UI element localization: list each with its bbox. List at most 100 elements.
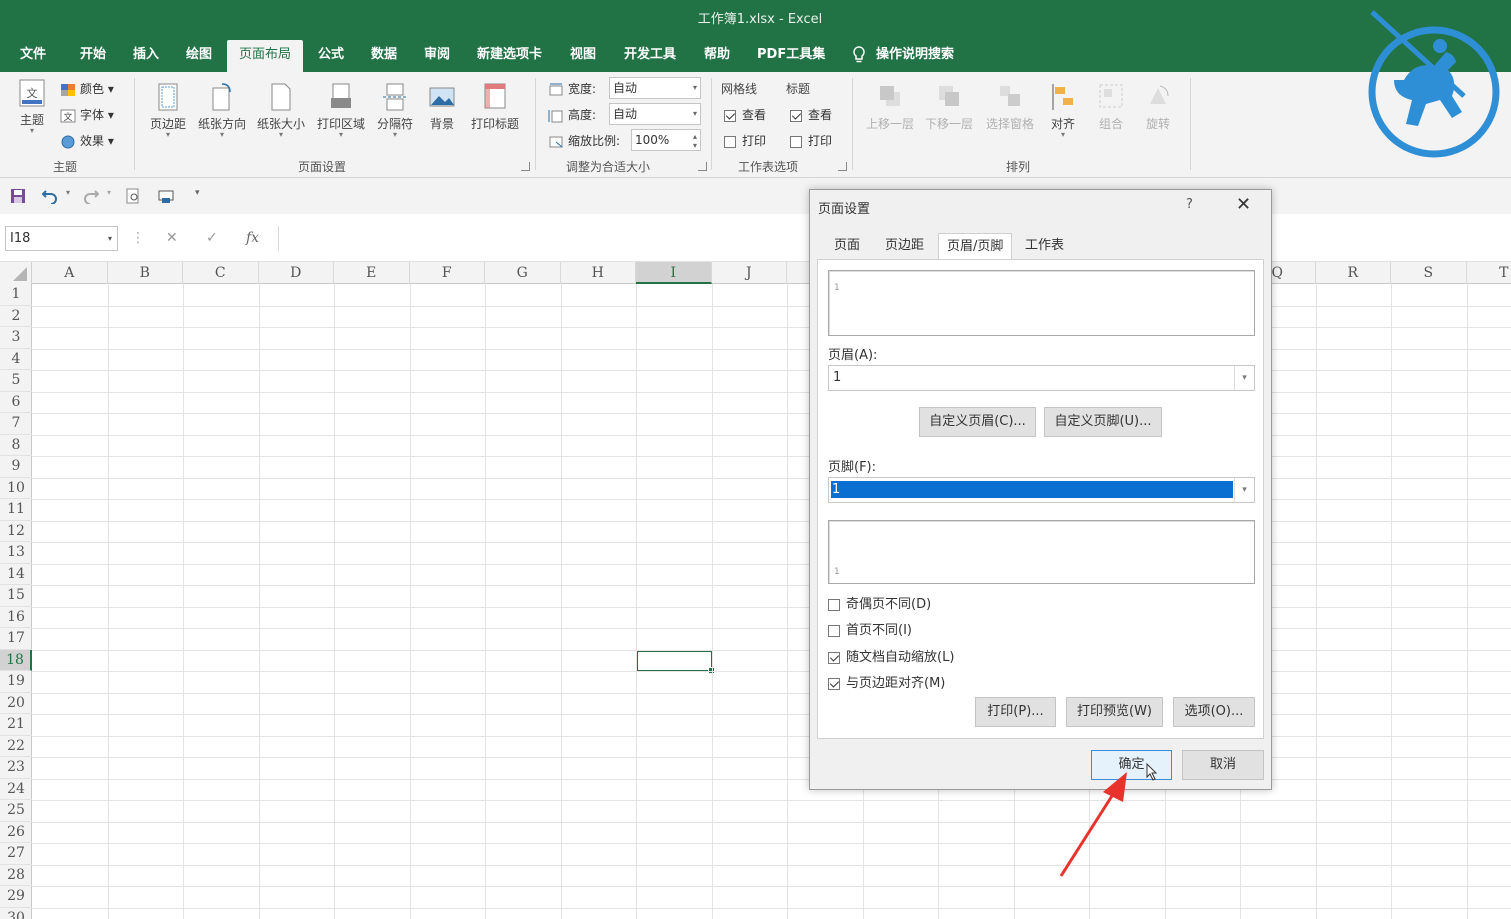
column-header-g[interactable]: G xyxy=(485,262,561,284)
align-margins-checkbox[interactable]: 与页边距对齐(M) xyxy=(828,672,945,691)
print-button[interactable]: 打印(P)... xyxy=(975,697,1056,727)
align-button[interactable]: 对齐 ▾ xyxy=(1046,82,1080,139)
save-icon[interactable] xyxy=(10,188,26,204)
effects-button[interactable]: 效果 ▾ xyxy=(60,132,114,149)
margins-button[interactable]: 页边距 ▾ xyxy=(145,82,191,139)
page-setup-launcher-icon[interactable] xyxy=(521,162,530,171)
column-header-h[interactable]: H xyxy=(561,262,636,284)
row-header-14[interactable]: 14 xyxy=(0,564,32,585)
undo-dropdown-icon[interactable]: ▾ xyxy=(66,188,70,197)
row-header-5[interactable]: 5 xyxy=(0,370,32,392)
row-header-11[interactable]: 11 xyxy=(0,499,32,521)
height-combo[interactable]: 自动 ▾ xyxy=(609,103,701,125)
row-header-24[interactable]: 24 xyxy=(0,779,32,800)
headings-print-checkbox[interactable]: 打印 xyxy=(790,132,832,149)
column-header-r[interactable]: R xyxy=(1316,262,1391,284)
row-header-19[interactable]: 19 xyxy=(0,671,32,693)
quick-print-icon[interactable] xyxy=(158,188,174,204)
print-preview-button[interactable]: 打印预览(W) xyxy=(1066,697,1163,727)
row-header-22[interactable]: 22 xyxy=(0,736,32,757)
tab-help[interactable]: 帮助 xyxy=(692,40,742,72)
select-all-button[interactable] xyxy=(0,262,32,284)
close-icon[interactable]: ✕ xyxy=(1236,194,1251,215)
sheet-options-launcher-icon[interactable] xyxy=(838,162,847,171)
selection-pane-button[interactable]: 选择窗格 xyxy=(981,82,1039,132)
row-header-12[interactable]: 12 xyxy=(0,521,32,542)
tab-formulas[interactable]: 公式 xyxy=(306,40,356,72)
colors-button[interactable]: 颜色 ▾ xyxy=(60,80,114,97)
header-select[interactable]: 1 ▾ xyxy=(828,365,1255,391)
tab-page-layout[interactable]: 页面布局 xyxy=(227,40,304,72)
breaks-button[interactable]: 分隔符 ▾ xyxy=(373,82,417,139)
rotate-button[interactable]: 旋转 xyxy=(1141,82,1175,132)
insert-function-icon[interactable]: fx xyxy=(246,230,259,246)
options-button[interactable]: 选项(O)... xyxy=(1173,697,1255,727)
row-header-23[interactable]: 23 xyxy=(0,757,32,779)
row-header-6[interactable]: 6 xyxy=(0,392,32,413)
name-box[interactable]: I18 ▾ xyxy=(5,226,118,251)
redo-dropdown-icon[interactable]: ▾ xyxy=(107,188,111,197)
help-icon[interactable]: ? xyxy=(1186,197,1193,212)
row-header-17[interactable]: 17 xyxy=(0,628,32,650)
row-header-2[interactable]: 2 xyxy=(0,306,32,327)
tab-review[interactable]: 审阅 xyxy=(412,40,462,72)
tab-margins[interactable]: 页边距 xyxy=(877,233,932,260)
first-page-checkbox[interactable]: 首页不同(I) xyxy=(828,619,912,638)
tab-pdf-tools[interactable]: PDF工具集 xyxy=(745,40,837,72)
worksheet-grid[interactable]: ABCDEFGHIJKLMNOPQRST 1234567891011121314… xyxy=(0,262,1511,919)
scale-with-document-checkbox[interactable]: 随文档自动缩放(L) xyxy=(828,646,954,665)
column-header-j[interactable]: J xyxy=(712,262,787,284)
tab-sheet[interactable]: 工作表 xyxy=(1017,233,1072,260)
tab-data[interactable]: 数据 xyxy=(359,40,409,72)
column-header-c[interactable]: C xyxy=(183,262,259,284)
column-header-b[interactable]: B xyxy=(108,262,183,284)
row-header-10[interactable]: 10 xyxy=(0,478,32,499)
redo-icon[interactable] xyxy=(83,188,99,204)
headings-view-checkbox[interactable]: 查看 xyxy=(790,106,832,123)
size-button[interactable]: 纸张大小 ▾ xyxy=(253,82,309,139)
scale-spinner[interactable]: 100% ▴ ▾ xyxy=(631,129,701,151)
custom-footer-button[interactable]: 自定义页脚(U)... xyxy=(1044,407,1162,437)
scale-launcher-icon[interactable] xyxy=(698,162,707,171)
column-header-d[interactable]: D xyxy=(259,262,334,284)
print-titles-button[interactable]: 打印标题 xyxy=(466,82,524,132)
row-header-25[interactable]: 25 xyxy=(0,800,32,822)
column-header-a[interactable]: A xyxy=(32,262,108,284)
row-header-4[interactable]: 4 xyxy=(0,349,32,370)
column-header-i[interactable]: I xyxy=(636,262,712,284)
themes-button[interactable]: 文 主题 ▾ xyxy=(12,78,52,135)
odd-even-checkbox[interactable]: 奇偶页不同(D) xyxy=(828,593,931,612)
gridlines-view-checkbox[interactable]: 查看 xyxy=(724,106,766,123)
tab-insert[interactable]: 插入 xyxy=(121,40,171,72)
row-header-27[interactable]: 27 xyxy=(0,843,32,865)
row-header-20[interactable]: 20 xyxy=(0,693,32,714)
cancel-button[interactable]: 取消 xyxy=(1182,750,1264,780)
tab-file[interactable]: 文件 xyxy=(8,40,58,72)
tab-developer[interactable]: 开发工具 xyxy=(612,40,688,72)
row-header-26[interactable]: 26 xyxy=(0,822,32,843)
cancel-icon[interactable]: ✕ xyxy=(166,230,178,246)
row-header-7[interactable]: 7 xyxy=(0,413,32,435)
tab-view[interactable]: 视图 xyxy=(558,40,608,72)
column-header-s[interactable]: S xyxy=(1391,262,1467,284)
print-area-button[interactable]: 打印区域 ▾ xyxy=(313,82,369,139)
row-header-13[interactable]: 13 xyxy=(0,542,32,564)
row-header-15[interactable]: 15 xyxy=(0,585,32,607)
background-button[interactable]: 背景 xyxy=(424,82,460,132)
tab-page[interactable]: 页面 xyxy=(826,233,868,260)
tab-draw[interactable]: 绘图 xyxy=(174,40,224,72)
width-combo[interactable]: 自动 ▾ xyxy=(609,77,701,99)
column-header-f[interactable]: F xyxy=(410,262,485,284)
enter-icon[interactable]: ✓ xyxy=(206,230,218,246)
customize-qat-icon[interactable]: ▾ xyxy=(195,188,200,198)
row-header-18[interactable]: 18 xyxy=(0,649,32,671)
row-header-29[interactable]: 29 xyxy=(0,886,32,908)
footer-select[interactable]: 1 ▾ xyxy=(828,477,1255,503)
column-header-t[interactable]: T xyxy=(1467,262,1511,284)
row-header-9[interactable]: 9 xyxy=(0,456,32,478)
row-header-28[interactable]: 28 xyxy=(0,865,32,886)
fonts-button[interactable]: 文字体 ▾ xyxy=(60,106,114,123)
custom-header-button[interactable]: 自定义页眉(C)... xyxy=(919,407,1036,437)
gridlines-print-checkbox[interactable]: 打印 xyxy=(724,132,766,149)
tab-home[interactable]: 开始 xyxy=(68,40,118,72)
